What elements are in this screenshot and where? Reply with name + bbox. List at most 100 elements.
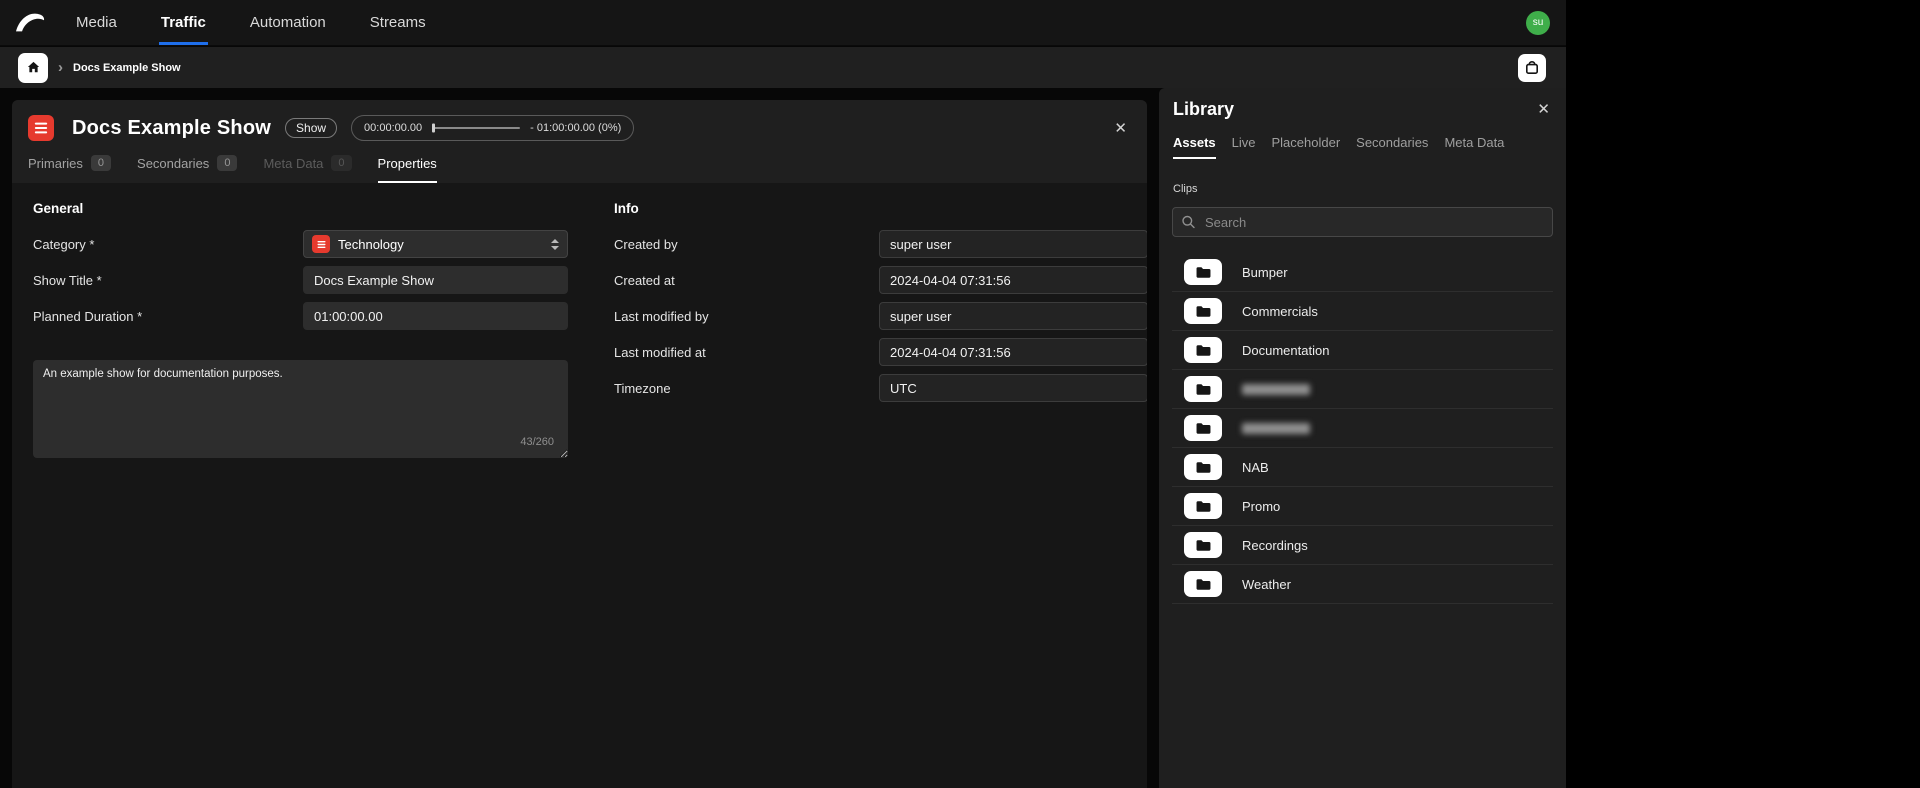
folder-icon <box>1184 337 1222 363</box>
folder-row[interactable]: Commercials <box>1172 292 1553 331</box>
breadcrumb-item[interactable]: Docs Example Show <box>73 62 181 74</box>
folder-icon <box>1184 493 1222 519</box>
library-tab[interactable]: Secondaries <box>1356 135 1428 159</box>
folder-row[interactable]: Documentation <box>1172 331 1553 370</box>
description-textarea[interactable] <box>33 360 568 458</box>
info-label: Created by <box>614 236 678 252</box>
top-nav: Media Traffic Automation Streams su <box>0 0 1566 46</box>
progress-thumb[interactable] <box>432 123 436 133</box>
panel-tab[interactable]: Properties <box>377 156 437 183</box>
panel-content: General Category * Technology Show Title… <box>12 183 1147 474</box>
panel-tab[interactable]: Primaries 0 <box>28 155 112 183</box>
info-value-input[interactable] <box>879 230 1147 258</box>
select-stepper-icon <box>551 238 559 250</box>
folder-label <box>1242 422 1310 434</box>
nav-item-label: Traffic <box>160 14 206 31</box>
panel-tab-label: Primaries <box>28 155 83 171</box>
panel-header-row: Docs Example Show Show 00:00:00.00 - 01:… <box>28 111 1131 145</box>
library-tab[interactable]: Placeholder <box>1272 135 1341 159</box>
panel-tab-count-badge: 0 <box>331 155 352 171</box>
info-row: Last modified by <box>614 302 1147 330</box>
nav-item-label: Streams <box>369 14 426 31</box>
library-tab-label: Assets <box>1173 135 1216 150</box>
folder-row[interactable]: Promo <box>1172 487 1553 526</box>
panel-tab[interactable]: Secondaries 0 <box>137 155 238 183</box>
folder-row[interactable]: NAB <box>1172 448 1553 487</box>
box-icon <box>1525 60 1538 74</box>
library-search <box>1172 207 1553 237</box>
screenshot-canvas: Media Traffic Automation Streams su › Do… <box>0 0 1920 788</box>
progress-track[interactable] <box>432 123 521 133</box>
folder-list: Bumper Commercials Documentation NAB Pro… <box>1172 253 1553 604</box>
nav-item[interactable]: Traffic <box>159 0 208 45</box>
library-close-button[interactable]: ✕ <box>1533 98 1554 121</box>
library-title: Library <box>1173 99 1235 119</box>
planned-duration-label: Planned Duration * <box>33 308 143 324</box>
category-label: Category * <box>33 236 95 252</box>
info-value-input[interactable] <box>879 338 1147 366</box>
main-area: Docs Example Show Show 00:00:00.00 - 01:… <box>0 88 1566 788</box>
folder-row[interactable]: Bumper <box>1172 253 1553 292</box>
panel-tabs: Primaries 0 Secondaries 0 Meta Data 0 Pr… <box>28 153 1131 183</box>
nav-item[interactable]: Media <box>74 0 119 45</box>
nav-item-label: Media <box>76 14 117 31</box>
rundown-stripes-icon <box>34 122 48 134</box>
folder-row[interactable]: Weather <box>1172 565 1553 604</box>
show-detail-panel: Docs Example Show Show 00:00:00.00 - 01:… <box>12 100 1147 788</box>
folder-label: Documentation <box>1242 342 1330 358</box>
description-field: 43/260 <box>33 360 568 458</box>
search-icon <box>1181 215 1196 230</box>
panel-close-button[interactable]: ✕ <box>1110 117 1131 140</box>
panel-tab-label: Meta Data <box>263 155 324 171</box>
library-tab[interactable]: Assets <box>1173 135 1216 159</box>
progress-remaining: - 01:00:00.00 (0%) <box>530 122 622 134</box>
panel-header: Docs Example Show Show 00:00:00.00 - 01:… <box>12 100 1147 183</box>
panel-tab-count-badge: 0 <box>217 155 238 171</box>
info-label: Timezone <box>614 380 671 396</box>
category-selected-value: Technology <box>338 236 404 252</box>
panel-tab[interactable]: Meta Data 0 <box>263 155 352 183</box>
folder-row[interactable] <box>1172 370 1553 409</box>
info-row: Created by <box>614 230 1147 258</box>
home-button[interactable] <box>18 52 48 83</box>
show-title-label: Show Title * <box>33 272 102 288</box>
library-tab-label: Placeholder <box>1271 135 1341 150</box>
library-tab-label: Meta Data <box>1444 135 1505 150</box>
folder-label: Promo <box>1242 498 1281 514</box>
info-heading: Info <box>614 201 639 216</box>
panel-tab-label: Properties <box>377 156 437 171</box>
show-title-input[interactable] <box>303 266 568 294</box>
user-avatar[interactable]: su <box>1526 10 1550 35</box>
library-tab[interactable]: Live <box>1232 135 1256 159</box>
folder-row[interactable]: Recordings <box>1172 526 1553 565</box>
planned-duration-input[interactable] <box>303 302 568 330</box>
info-value-input[interactable] <box>879 266 1147 294</box>
media-library-icon-button[interactable] <box>1518 53 1546 82</box>
nav-item[interactable]: Automation <box>248 0 328 45</box>
folder-row[interactable] <box>1172 409 1553 448</box>
folder-label: Weather <box>1242 576 1291 592</box>
folder-icon <box>1184 259 1222 285</box>
nav-item[interactable]: Streams <box>368 0 428 45</box>
library-tab[interactable]: Meta Data <box>1444 135 1504 159</box>
nav-item-label: Automation <box>249 14 326 31</box>
progress-elapsed: 00:00:00.00 <box>364 122 423 134</box>
category-select[interactable]: Technology <box>303 230 568 258</box>
search-input[interactable] <box>1172 207 1553 237</box>
chevron-right-icon: › <box>58 59 63 76</box>
category-mini-icon <box>312 235 330 253</box>
folder-icon <box>1184 571 1222 597</box>
info-label: Created at <box>614 272 675 288</box>
info-value-input[interactable] <box>879 374 1147 402</box>
info-value-input[interactable] <box>879 302 1147 330</box>
planned-duration-field-row: Planned Duration * <box>33 302 568 330</box>
library-tabs: Assets Live Placeholder Secondaries Meta… <box>1159 121 1566 159</box>
makalu-logo-icon[interactable] <box>12 8 48 38</box>
library-tab-label: Live <box>1231 135 1256 150</box>
general-section: General Category * Technology Show Title… <box>33 199 568 458</box>
logo-swoosh <box>16 13 45 31</box>
folder-label: Commercials <box>1242 303 1318 319</box>
show-progress-scrubber[interactable]: 00:00:00.00 - 01:00:00.00 (0%) <box>351 115 635 141</box>
info-row: Last modified at <box>614 338 1147 366</box>
panel-title: Docs Example Show <box>72 116 272 139</box>
